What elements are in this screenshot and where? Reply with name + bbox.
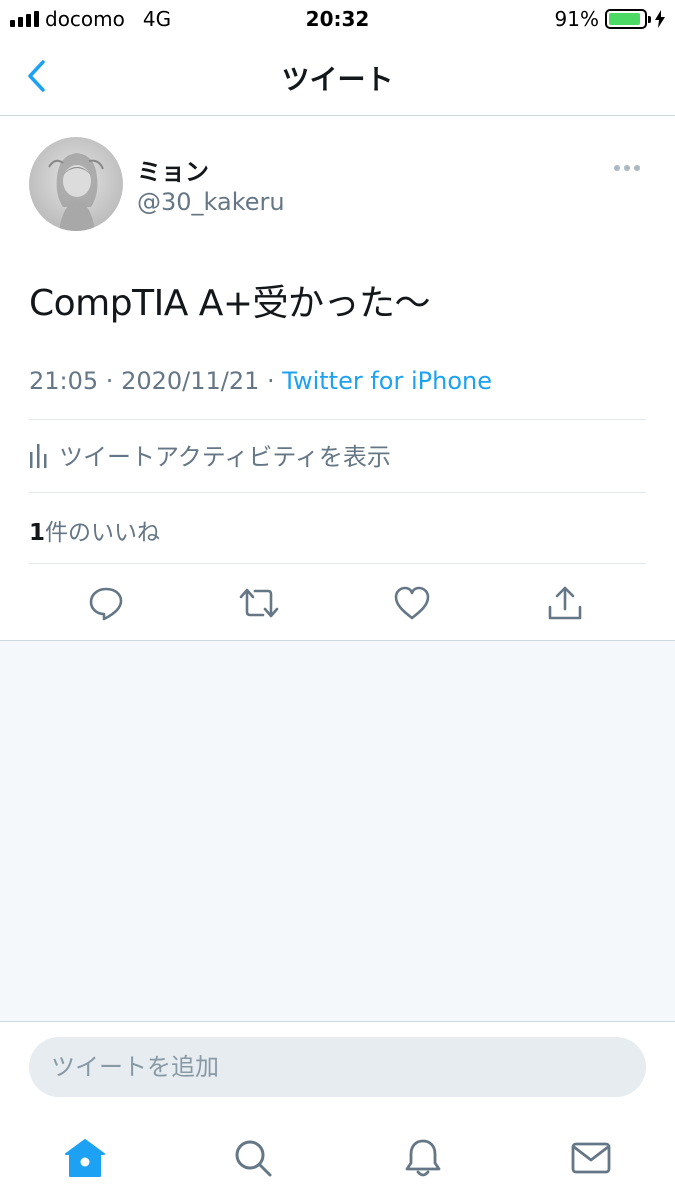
tweet-actions bbox=[0, 580, 675, 626]
meta-separator: · bbox=[259, 367, 283, 395]
empty-replies-area bbox=[0, 641, 675, 1021]
more-dot bbox=[614, 165, 620, 171]
analytics-icon bbox=[30, 444, 47, 468]
messages-icon bbox=[571, 1142, 611, 1174]
like-icon bbox=[394, 586, 430, 620]
tab-search[interactable] bbox=[228, 1133, 278, 1183]
tweet-date: 2020/11/21 bbox=[121, 367, 260, 395]
tab-notifications[interactable] bbox=[398, 1133, 448, 1183]
tweet-activity-label: ツイートアクティビティを表示 bbox=[59, 442, 391, 471]
reply-input[interactable] bbox=[29, 1037, 646, 1097]
more-dot bbox=[624, 165, 630, 171]
status-right: 91% bbox=[554, 7, 665, 31]
divider bbox=[29, 563, 646, 564]
more-options-button[interactable] bbox=[611, 160, 643, 176]
tweet-source-link[interactable]: Twitter for iPhone bbox=[282, 367, 492, 395]
likes-summary[interactable]: 1件のいいね bbox=[29, 513, 160, 547]
divider bbox=[29, 492, 646, 493]
page-title: ツイート bbox=[281, 63, 394, 96]
avatar[interactable] bbox=[29, 137, 123, 231]
user-handle[interactable]: @30_kakeru bbox=[137, 188, 285, 216]
tweet-meta: 21:05 · 2020/11/21 · Twitter for iPhone bbox=[29, 367, 492, 395]
tweet-time: 21:05 bbox=[29, 367, 99, 395]
like-button[interactable] bbox=[389, 580, 435, 626]
reply-button[interactable] bbox=[83, 580, 129, 626]
share-button[interactable] bbox=[542, 580, 588, 626]
likes-count: 1 bbox=[29, 520, 46, 546]
retweet-icon bbox=[239, 588, 279, 618]
tweet-text: CompTIA A+受かった〜 bbox=[29, 283, 431, 324]
likes-label: 件のいいね bbox=[45, 520, 161, 546]
more-dot bbox=[634, 165, 640, 171]
notifications-icon bbox=[405, 1139, 441, 1177]
charging-bolt-icon bbox=[655, 10, 665, 28]
battery-icon bbox=[605, 9, 651, 29]
divider bbox=[29, 419, 646, 420]
tweet-activity-link[interactable]: ツイートアクティビティを表示 bbox=[29, 436, 391, 472]
search-icon bbox=[235, 1140, 272, 1177]
battery-percent: 91% bbox=[554, 7, 599, 31]
status-bar: docomo 4G 20:32 91% bbox=[0, 0, 675, 38]
nav-bar: ツイート bbox=[0, 38, 675, 116]
tweet-detail: ミョン @30_kakeru CompTIA A+受かった〜 21:05 · 2… bbox=[0, 116, 675, 641]
tab-home[interactable] bbox=[60, 1133, 110, 1183]
compose-bar bbox=[0, 1021, 675, 1115]
avatar-image bbox=[29, 137, 123, 231]
battery-fill bbox=[609, 13, 640, 25]
tab-messages[interactable] bbox=[566, 1133, 616, 1183]
share-icon bbox=[548, 586, 582, 620]
reply-icon bbox=[89, 587, 123, 621]
retweet-button[interactable] bbox=[236, 580, 282, 626]
display-name[interactable]: ミョン bbox=[137, 152, 209, 187]
home-icon bbox=[65, 1139, 105, 1177]
tab-bar bbox=[0, 1115, 675, 1200]
meta-separator: · bbox=[98, 367, 122, 395]
